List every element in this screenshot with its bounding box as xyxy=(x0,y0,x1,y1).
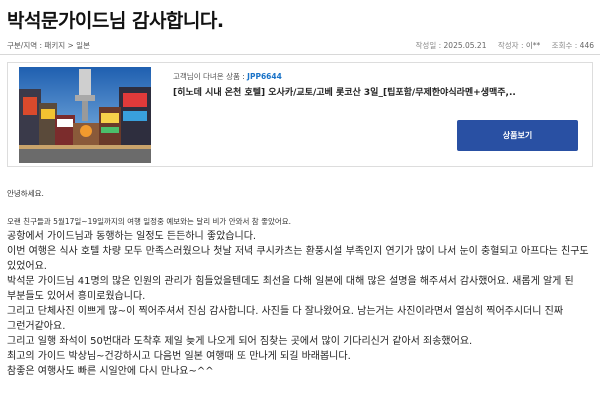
product-code-line: 고객님이 다녀온 상품 : JPP6644 xyxy=(173,71,282,82)
paragraph: 박석문 가이드님 41명의 많은 인원의 관리가 힘들었을텐데도 최선을 다해 … xyxy=(7,276,574,302)
product-code: JPP6644 xyxy=(247,72,282,81)
view-count: 446 xyxy=(579,41,594,50)
greeting-text: 안녕하세요. xyxy=(7,189,44,198)
paragraph: 그리고 단체사진 이쁘게 많~이 찍어주셔서 진심 감사합니다. 사진들 다 잘… xyxy=(7,306,564,332)
review-content: 안녕하세요. 오랜 친구들과 5월17일~19일까지의 여행 일정중 예보와는 … xyxy=(7,187,595,379)
breadcrumb: 구분/지역 : 패키지 > 일본 xyxy=(7,41,90,50)
paragraph: 그리고 일행 좌석이 50번대라 도착후 제일 늦게 나오게 되어 짐찾는 곳에… xyxy=(7,336,473,347)
author-label: 작성자 : xyxy=(497,41,526,50)
page-title: 박석문가이드님 감사합니다. xyxy=(7,10,224,32)
paragraph: 참좋은 여행사도 빠른 시일안에 다시 만나요~^^ xyxy=(7,366,214,377)
product-card: 고객님이 다녀온 상품 : JPP6644 [히노데 시내 온천 호텔] 오사카… xyxy=(7,62,593,167)
osaka-dotonbori-photo-icon xyxy=(19,67,151,163)
product-title-link[interactable]: [히노데 시내 온천 호텔] 오사카/교토/고베 롯코산 3일_[팁포함/무제한… xyxy=(173,85,553,98)
product-thumbnail[interactable] xyxy=(19,67,151,163)
post-meta: 작성일 : 2025.05.21 작성자 : 이** 조회수 : 446 xyxy=(416,40,594,51)
review-page: 박석문가이드님 감사합니다. 구분/지역 : 패키지 > 일본 작성일 : 20… xyxy=(0,0,600,413)
view-product-button[interactable]: 상품보기 xyxy=(457,120,578,151)
views-label: 조회수 : xyxy=(551,41,580,50)
paragraph: 최고의 가이드 박상님~건강하시고 다음번 일본 여행때 또 만나게 되길 바래… xyxy=(7,351,351,362)
intro-text: 오랜 친구들과 5월17일~19일까지의 여행 일정중 예보와는 달리 비가 안… xyxy=(7,217,292,226)
post-meta-bar: 구분/지역 : 패키지 > 일본 작성일 : 2025.05.21 작성자 : … xyxy=(0,32,600,55)
date-label: 작성일 : xyxy=(415,41,444,50)
post-author: 이** xyxy=(525,41,541,50)
paragraph: 이번 여행은 식사 호텔 차량 모두 만족스러웠으나 첫날 저녁 쿠시카츠는 환… xyxy=(7,246,589,272)
post-date: 2025.05.21 xyxy=(443,41,487,50)
paragraph: 공항에서 가이드님과 동행하는 일정도 든든하니 좋았습니다. xyxy=(7,231,257,242)
product-prefix: 고객님이 다녀온 상품 : xyxy=(173,72,248,81)
